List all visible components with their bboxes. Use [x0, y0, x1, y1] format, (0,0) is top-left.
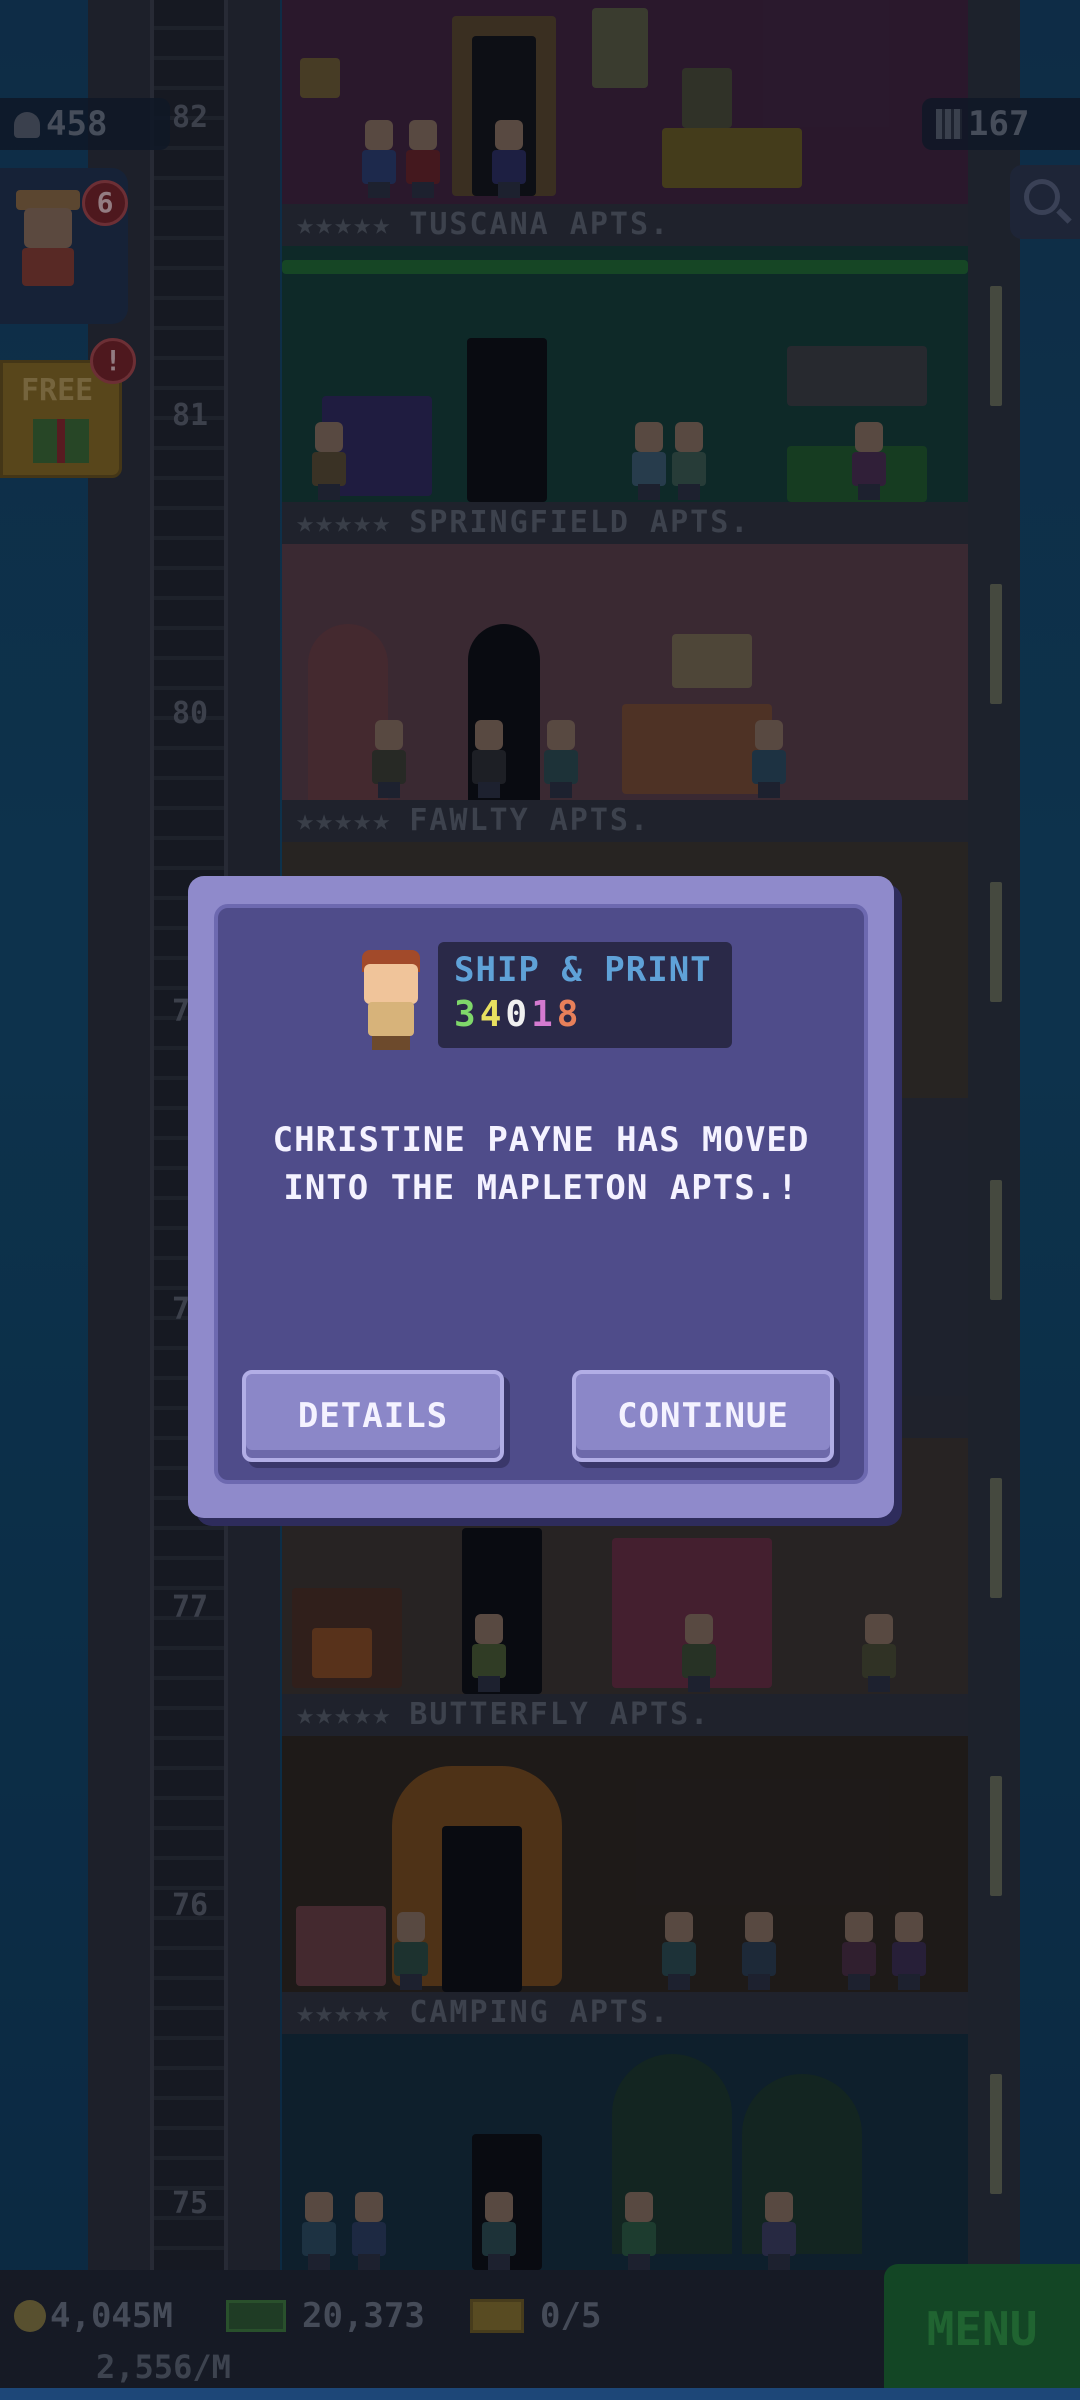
game-screen: 82 81 80 79 78 77 76 75 ★★★★★TUSCANA APT… — [0, 0, 1080, 2400]
dialog-message: CHRISTINE PAYNE HAS MOVED INTO THE MAPLE… — [272, 1120, 810, 1208]
resident-skill-digits: 34018 — [454, 994, 583, 1035]
dream-job-title: SHIP & PRINT — [454, 950, 712, 990]
continue-button[interactable]: CONTINUE — [572, 1370, 834, 1462]
details-button[interactable]: DETAILS — [242, 1370, 504, 1462]
resident-avatar — [358, 950, 424, 1050]
